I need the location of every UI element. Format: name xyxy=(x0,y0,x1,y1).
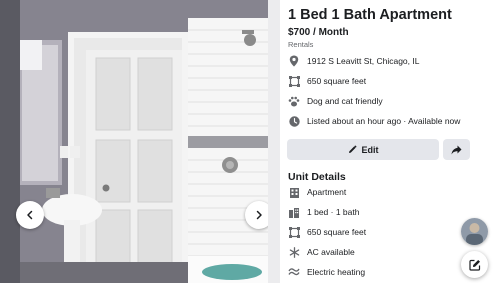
previous-photo-button[interactable] xyxy=(16,201,44,229)
listing-category[interactable]: Rentals xyxy=(288,40,313,49)
listing-photo[interactable] xyxy=(0,0,280,283)
compose-icon xyxy=(468,259,480,271)
avatar[interactable] xyxy=(461,218,488,245)
chevron-right-icon xyxy=(256,210,262,220)
fact-listed: Listed about an hour ago · Available now xyxy=(288,114,460,128)
detail-ac: AC available xyxy=(288,245,355,259)
photo-side-strip xyxy=(268,0,280,283)
fact-listed-text: Listed about an hour ago · Available now xyxy=(307,116,461,126)
fact-location: 1912 S Leavitt St, Chicago, IL xyxy=(288,54,419,68)
detail-bed-bath: 1 bed · 1 bath xyxy=(288,205,359,219)
fact-location-text: 1912 S Leavitt St, Chicago, IL xyxy=(307,56,420,66)
fact-pets-text: Dog and cat friendly xyxy=(307,96,383,106)
snowflake-icon xyxy=(288,246,300,258)
compose-button[interactable] xyxy=(461,251,488,278)
listing-title: 1 Bed 1 Bath Apartment xyxy=(288,7,452,23)
share-button[interactable] xyxy=(443,139,470,160)
avatar-photo xyxy=(461,218,488,245)
edit-button[interactable]: Edit xyxy=(287,139,439,160)
bathroom-photo xyxy=(0,0,280,283)
detail-type-text: Apartment xyxy=(307,187,347,197)
edit-button-label: Edit xyxy=(361,144,379,155)
detail-size-text: 650 square feet xyxy=(307,227,367,237)
square-feet-icon xyxy=(288,226,300,238)
detail-bed-bath-text: 1 bed · 1 bath xyxy=(307,207,360,217)
fact-size-text: 650 square feet xyxy=(307,76,367,86)
detail-size: 650 square feet xyxy=(288,225,366,239)
detail-heating: Electric heating xyxy=(288,265,365,279)
share-arrow-icon xyxy=(451,145,462,154)
listing-price: $700 / Month xyxy=(288,27,349,38)
chevron-left-icon xyxy=(27,210,33,220)
paw-icon xyxy=(288,95,300,107)
detail-type: Apartment xyxy=(288,185,346,199)
detail-heating-text: Electric heating xyxy=(307,267,366,277)
heating-icon xyxy=(288,266,300,278)
fact-pets: Dog and cat friendly xyxy=(288,94,383,108)
clock-icon xyxy=(288,115,300,127)
bed-bath-icon xyxy=(288,206,300,218)
unit-details-heading: Unit Details xyxy=(288,171,346,183)
building-icon xyxy=(288,186,300,198)
fact-size: 650 square feet xyxy=(288,74,366,88)
location-pin-icon xyxy=(288,55,300,67)
pencil-icon xyxy=(348,145,357,154)
detail-ac-text: AC available xyxy=(307,247,355,257)
square-feet-icon xyxy=(288,75,300,87)
